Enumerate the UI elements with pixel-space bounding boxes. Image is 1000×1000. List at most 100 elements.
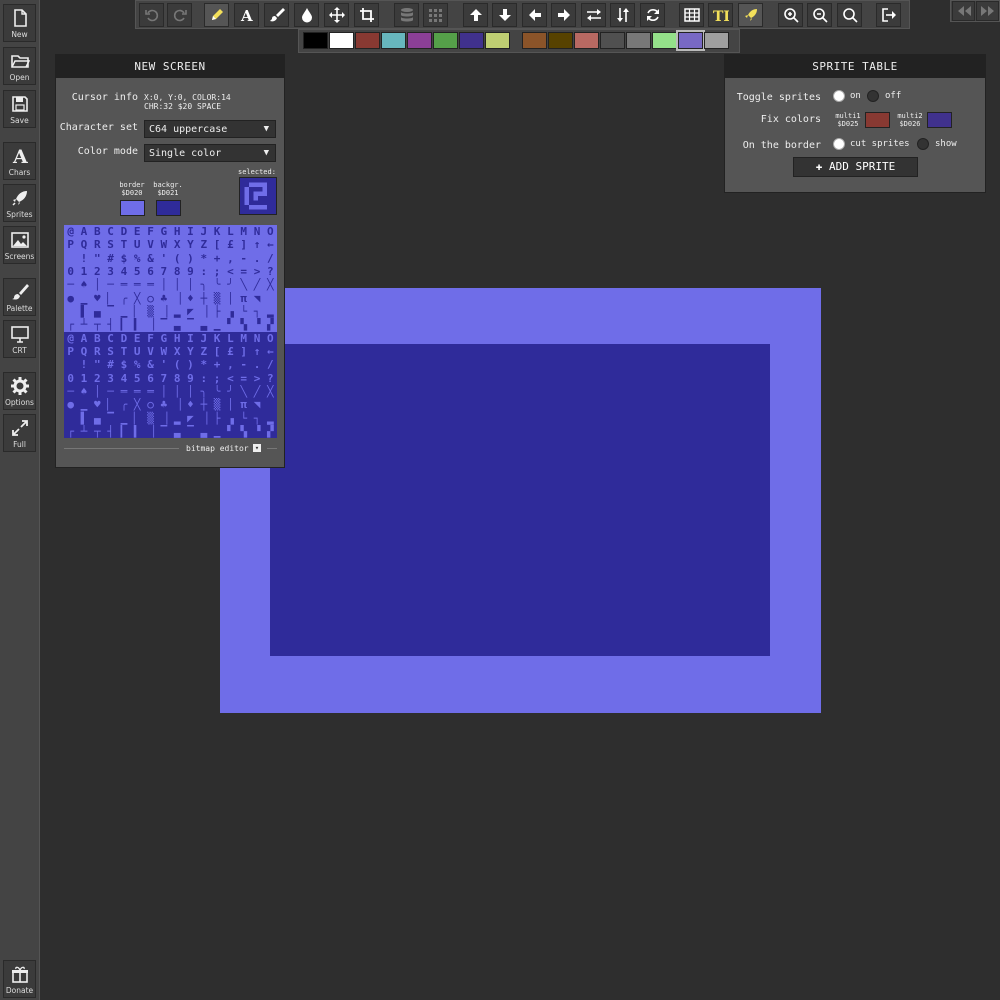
zoom-out-button[interactable] <box>807 3 832 27</box>
char-cell[interactable]: ▌ <box>77 305 90 318</box>
char-cell[interactable]: 8 <box>171 265 184 278</box>
char-cell[interactable]: ▂ <box>170 411 184 425</box>
char-cell[interactable]: ♥ <box>90 398 104 412</box>
screen-canvas[interactable] <box>270 344 770 656</box>
char-cell[interactable]: ▁ <box>77 292 90 305</box>
sprite-mode-button[interactable] <box>738 3 763 27</box>
flip-horizontal-button[interactable] <box>581 3 606 27</box>
char-cell[interactable]: ← <box>264 238 277 251</box>
palette-color-swatch[interactable] <box>574 32 599 49</box>
char-cell[interactable]: ( <box>171 252 184 265</box>
character-grid[interactable]: @ A B C D E F G H I J K L M N O P Q R S T U V W X Y Z[£] ↑ ← ! " # $% & '… <box>64 225 277 438</box>
char-cell[interactable]: ♦ <box>183 398 198 412</box>
char-cell[interactable]: @ <box>64 225 77 238</box>
char-cell[interactable]: < <box>224 265 237 278</box>
char-cell[interactable]: ▒ <box>210 292 223 305</box>
char-cell[interactable]: ▂ <box>171 305 184 318</box>
char-cell[interactable]: ═ <box>117 278 130 291</box>
char-cell[interactable]: O <box>263 331 277 345</box>
char-cell[interactable]: ◥ <box>250 292 263 305</box>
char-cell[interactable]: D <box>117 331 131 345</box>
char-cell[interactable]: ▕ <box>143 424 158 438</box>
char-cell[interactable]: $ <box>117 252 130 265</box>
char-cell[interactable]: W <box>157 238 170 251</box>
char-cell[interactable]: , <box>224 252 237 265</box>
char-cell[interactable]: G <box>157 225 170 238</box>
shift-right-button[interactable] <box>551 3 576 27</box>
char-cell[interactable]: T <box>117 344 131 359</box>
char-cell[interactable]: Q <box>77 344 91 359</box>
char-cell[interactable]: ┬ <box>90 424 104 438</box>
char-cell[interactable]: │ <box>157 278 170 291</box>
char-cell[interactable]: £ <box>223 344 238 359</box>
redo-button[interactable] <box>167 3 192 27</box>
char-cell[interactable]: 4 <box>117 371 131 385</box>
palette-color-swatch[interactable] <box>303 32 328 49</box>
char-cell[interactable]: N <box>250 225 263 238</box>
next-frame-button[interactable] <box>976 1 999 21</box>
grid-view-button[interactable] <box>423 3 448 27</box>
char-cell[interactable]: Q <box>77 238 90 251</box>
show-sprites-radio[interactable] <box>917 138 929 150</box>
export-button[interactable] <box>876 3 901 27</box>
rotate-button[interactable] <box>640 3 665 27</box>
char-cell[interactable]: ╳ <box>130 398 144 412</box>
char-cell[interactable]: │ <box>170 384 184 399</box>
char-cell[interactable]: 4 <box>117 265 130 278</box>
char-cell[interactable]: ▁ <box>210 424 224 438</box>
char-cell[interactable]: ▘ <box>223 424 238 438</box>
char-cell[interactable] <box>64 252 77 265</box>
palette-color-swatch[interactable] <box>548 32 573 49</box>
cut-sprites-radio[interactable] <box>833 138 845 150</box>
char-cell[interactable]: ┌ <box>64 318 77 331</box>
shift-up-button[interactable] <box>463 3 488 27</box>
char-cell[interactable]: ╰ <box>210 384 224 399</box>
zoom-in-button[interactable] <box>778 3 803 27</box>
char-cell[interactable]: ╭ <box>117 292 130 305</box>
char-cell[interactable]: * <box>197 252 210 265</box>
char-cell[interactable]: = <box>237 371 251 385</box>
char-cell[interactable]: ▂ <box>264 305 277 318</box>
char-cell[interactable]: ♥ <box>91 292 104 305</box>
char-cell[interactable]: ; <box>210 265 223 278</box>
color-mode-select[interactable]: Single color ▼ <box>144 144 276 162</box>
char-cell[interactable]: ○ <box>144 292 157 305</box>
char-cell[interactable]: │ <box>90 384 104 399</box>
char-cell[interactable]: ┐ <box>250 411 264 425</box>
char-cell[interactable]: │ <box>224 292 237 305</box>
char-cell[interactable]: " <box>90 358 104 372</box>
char-cell[interactable]: . <box>250 252 263 265</box>
char-cell[interactable]: ? <box>263 371 277 385</box>
char-cell[interactable]: ◤ <box>183 411 198 425</box>
undo-button[interactable] <box>139 3 164 27</box>
char-cell[interactable]: V <box>144 238 157 251</box>
char-cell[interactable]: C <box>103 331 118 345</box>
zoom-reset-button[interactable] <box>837 3 862 27</box>
char-cell[interactable]: └ <box>237 305 250 318</box>
char-cell[interactable]: ▗ <box>223 411 238 425</box>
char-cell[interactable] <box>263 398 277 412</box>
char-cell[interactable]: % <box>131 252 144 265</box>
char-cell[interactable]: 9 <box>183 371 198 385</box>
char-cell[interactable]: ▞ <box>263 424 277 438</box>
char-cell[interactable]: M <box>237 331 251 345</box>
char-cell[interactable]: : <box>197 371 211 385</box>
char-cell[interactable]: ▏ <box>131 305 144 318</box>
char-cell[interactable]: C <box>104 225 117 238</box>
char-cell[interactable]: 2 <box>91 265 104 278</box>
char-cell[interactable]: ▚ <box>237 424 251 438</box>
char-cell[interactable]: ' <box>157 252 170 265</box>
char-cell[interactable]: W <box>157 344 171 359</box>
char-cell[interactable]: E <box>131 225 144 238</box>
char-cell[interactable]: ▔ <box>104 305 117 318</box>
char-cell[interactable]: ▏ <box>130 411 144 425</box>
char-cell[interactable]: ▍ <box>131 318 144 331</box>
char-cell[interactable]: & <box>143 358 158 372</box>
char-cell[interactable]: ◤ <box>184 305 197 318</box>
char-cell[interactable]: 0 <box>64 265 77 278</box>
char-cell[interactable]: ▁ <box>210 318 223 331</box>
palette-color-swatch[interactable] <box>522 32 547 49</box>
char-cell[interactable]: ♦ <box>184 292 197 305</box>
char-cell[interactable]: E <box>130 331 144 345</box>
char-cell[interactable]: + <box>210 358 224 372</box>
